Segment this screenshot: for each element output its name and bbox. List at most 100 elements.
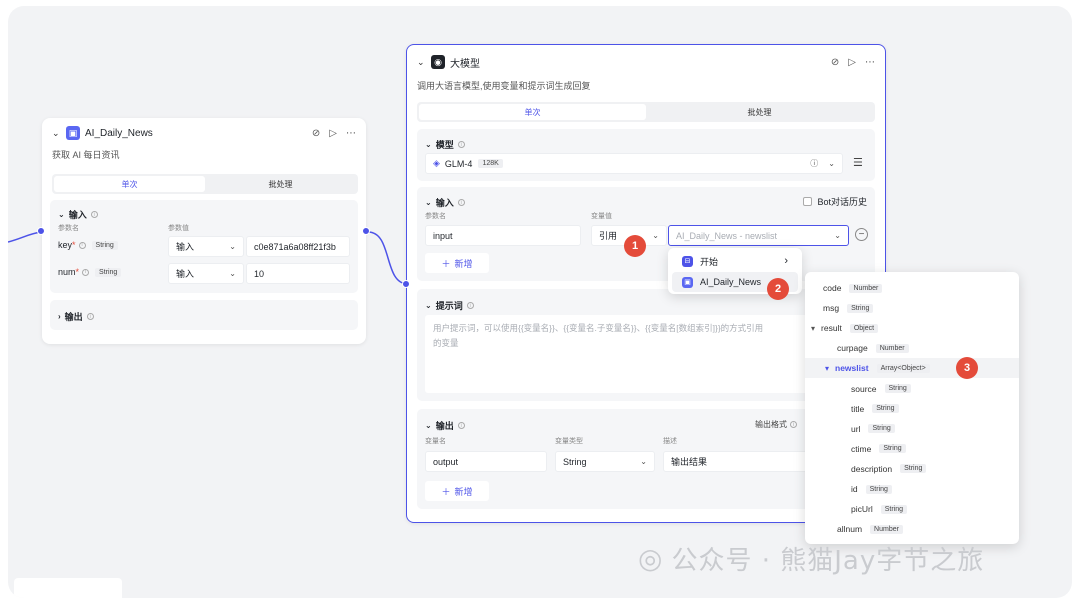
tree-row-msg[interactable]: msg String bbox=[805, 298, 1019, 318]
collapse-chevron-icon[interactable]: ⌄ bbox=[52, 128, 66, 139]
debug-off-icon[interactable]: ⊘ bbox=[312, 128, 320, 139]
output-title: 输出 bbox=[435, 421, 454, 431]
incoming-edge bbox=[8, 231, 42, 243]
tree-var-name: ctime bbox=[851, 443, 872, 454]
output-name-input[interactable]: output bbox=[425, 451, 547, 472]
tree-var-type: String bbox=[847, 303, 874, 313]
tab-batch[interactable]: 批处理 bbox=[646, 104, 873, 120]
value-input[interactable]: c0e871a6a08ff21f3b bbox=[246, 236, 350, 257]
tree-var-name: allnum bbox=[837, 524, 863, 535]
ai-daily-news-node[interactable]: ⌄ ▣ AI_Daily_News ⊘ ▷ ⋯ 获取 AI 每日资讯 单次 批处… bbox=[42, 118, 366, 344]
tree-row-picurl[interactable]: picUrl String bbox=[805, 499, 1019, 519]
tree-row-curpage[interactable]: curpage Number bbox=[805, 338, 1019, 358]
tree-var-name: picUrl bbox=[851, 504, 873, 515]
tree-var-type: Number bbox=[849, 283, 883, 293]
workflow-canvas[interactable]: ⌄ ▣ AI_Daily_News ⊘ ▷ ⋯ 获取 AI 每日资讯 单次 批处… bbox=[8, 6, 1072, 598]
info-icon: i bbox=[86, 313, 94, 320]
tree-var-name: url bbox=[851, 423, 861, 434]
tab-batch[interactable]: 批处理 bbox=[205, 176, 356, 192]
tree-row-id[interactable]: id String bbox=[805, 479, 1019, 499]
prompt-textarea[interactable]: 用户提示词，可以使用{{变量名}}、{{变量名.子变量名}}、{{变量名[数组索… bbox=[425, 315, 867, 393]
prompt-title: 提示词 bbox=[435, 301, 463, 311]
info-icon: i bbox=[457, 422, 465, 429]
tree-row-newslist[interactable]: ▾ newslist Array<Object> bbox=[805, 358, 1019, 379]
input-section: ⌄ 输入 i Bot对话历史 参数名 变量值 input 引用 ⌄ AI_Dail… bbox=[417, 187, 875, 281]
expand-chevron-icon[interactable]: ⌄ bbox=[425, 301, 432, 310]
tree-row-description[interactable]: description String bbox=[805, 459, 1019, 479]
tab-single[interactable]: 单次 bbox=[419, 104, 646, 120]
output-format-label: 输出格式 bbox=[755, 420, 787, 429]
plus-icon: ＋ bbox=[441, 486, 451, 497]
remove-row-icon[interactable]: − bbox=[855, 228, 868, 241]
llm-input-port[interactable] bbox=[402, 280, 410, 288]
more-icon[interactable]: ⋯ bbox=[346, 128, 356, 139]
settings-sliders-icon[interactable]: ☰ bbox=[853, 156, 863, 169]
add-input-button[interactable]: ＋新增 bbox=[425, 253, 489, 273]
node-title: AI_Daily_News bbox=[85, 127, 153, 139]
param-name: num bbox=[58, 267, 76, 277]
minimap-tab[interactable] bbox=[14, 578, 122, 598]
run-icon[interactable]: ▷ bbox=[848, 57, 856, 68]
input-port[interactable] bbox=[37, 227, 45, 235]
more-icon[interactable]: ⋯ bbox=[865, 57, 875, 68]
run-icon[interactable]: ▷ bbox=[329, 128, 337, 139]
tree-var-type: String bbox=[879, 444, 906, 454]
edge-left-to-llm bbox=[367, 231, 409, 285]
expand-chevron-icon[interactable]: ⌄ bbox=[425, 421, 432, 430]
tree-var-name: title bbox=[851, 403, 865, 414]
chevron-down-icon: ⌄ bbox=[652, 231, 659, 240]
input-title: 输入 bbox=[68, 210, 87, 220]
expand-chevron-icon[interactable]: ⌄ bbox=[425, 140, 432, 149]
col-var-name: 变量名 bbox=[425, 438, 446, 445]
param-name-input[interactable]: input bbox=[425, 225, 581, 246]
collapse-chevron-icon[interactable]: ⌄ bbox=[417, 57, 431, 68]
tree-row-code[interactable]: code Number bbox=[805, 278, 1019, 298]
expand-arrow-icon[interactable]: ▾ bbox=[811, 324, 815, 333]
output-port[interactable] bbox=[362, 227, 370, 235]
output-type-select[interactable]: String ⌄ bbox=[555, 451, 655, 472]
tree-row-title[interactable]: title String bbox=[805, 399, 1019, 419]
add-output-button[interactable]: ＋新增 bbox=[425, 481, 489, 501]
input-title: 输入 bbox=[435, 198, 454, 208]
callout-2: 2 bbox=[767, 278, 789, 300]
tree-var-type: String bbox=[900, 464, 927, 474]
tree-row-url[interactable]: url String bbox=[805, 419, 1019, 439]
tree-row-result[interactable]: ▾ result Object bbox=[805, 318, 1019, 338]
expand-chevron-icon[interactable]: ⌄ bbox=[425, 198, 432, 207]
tree-var-name: curpage bbox=[837, 343, 868, 354]
chevron-down-icon: ⌄ bbox=[834, 231, 841, 240]
output-desc-input[interactable]: 输出结果 bbox=[663, 451, 813, 472]
chevron-right-icon[interactable]: › bbox=[58, 312, 61, 321]
info-icon: ⓘ bbox=[810, 159, 819, 168]
bot-history-checkbox[interactable] bbox=[803, 197, 813, 206]
output-title: 输出 bbox=[64, 312, 83, 322]
menu-item-start[interactable]: ⊟ 开始 › bbox=[668, 251, 802, 271]
model-select[interactable]: ◈ GLM-4 128K ⓘ ⌄ bbox=[425, 153, 843, 174]
mode-tabs: 单次 批处理 bbox=[52, 174, 358, 194]
expand-arrow-icon[interactable]: ▾ bbox=[825, 364, 829, 373]
tree-var-name: id bbox=[851, 484, 858, 494]
tree-var-name: newslist bbox=[835, 363, 869, 374]
info-icon: i bbox=[90, 211, 98, 218]
model-title: 模型 bbox=[435, 140, 454, 150]
llm-icon: ◉ bbox=[431, 55, 445, 69]
expand-chevron-icon[interactable]: ⌄ bbox=[58, 210, 65, 219]
ref-variable-select[interactable]: AI_Daily_News - newslist ⌄ bbox=[668, 225, 849, 246]
tree-var-name: msg bbox=[823, 303, 840, 314]
info-icon: i bbox=[78, 241, 86, 249]
plugin-icon: ▣ bbox=[66, 126, 80, 140]
mode-select[interactable]: 输入 ⌄ bbox=[168, 263, 244, 284]
output-section[interactable]: › 输出 i bbox=[50, 300, 358, 330]
tree-row-source[interactable]: source String bbox=[805, 379, 1019, 399]
tree-var-name: description bbox=[851, 463, 893, 474]
debug-off-icon[interactable]: ⊘ bbox=[831, 57, 839, 68]
param-name: key bbox=[58, 240, 73, 250]
glm-icon: ◈ bbox=[433, 158, 440, 168]
tab-single[interactable]: 单次 bbox=[54, 176, 205, 192]
tree-row-ctime[interactable]: ctime String bbox=[805, 439, 1019, 459]
tree-var-type: String bbox=[868, 424, 895, 434]
mode-select[interactable]: 输入 ⌄ bbox=[168, 236, 244, 257]
tree-row-allnum[interactable]: allnum Number bbox=[805, 519, 1019, 539]
value-input[interactable]: 10 bbox=[246, 263, 350, 284]
tree-var-type: String bbox=[884, 384, 911, 393]
